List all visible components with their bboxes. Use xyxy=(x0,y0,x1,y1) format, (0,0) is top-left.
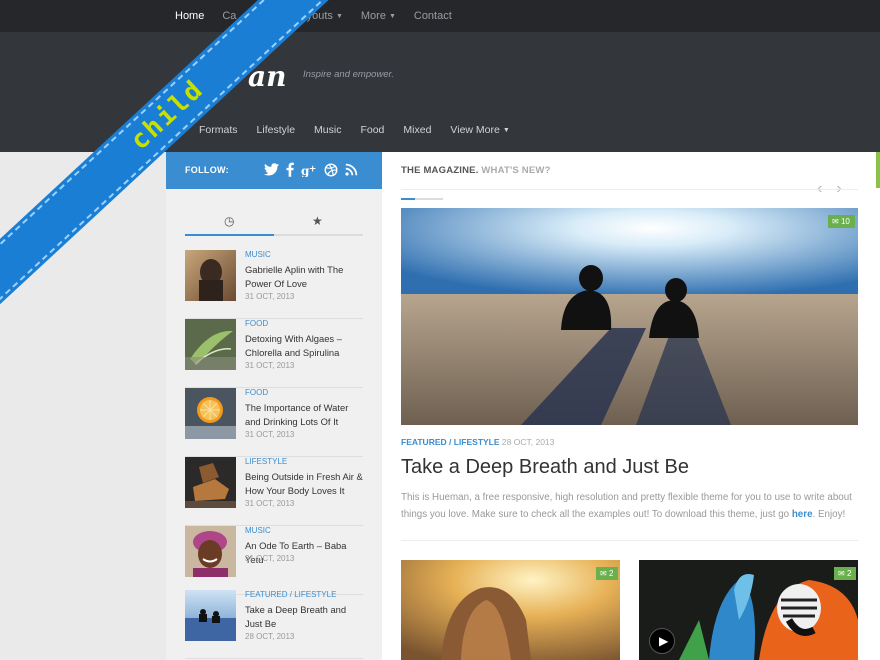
post-thumbnail[interactable] xyxy=(185,250,236,301)
play-icon: ▶ xyxy=(659,634,669,648)
chevron-down-icon: ▼ xyxy=(388,13,396,20)
sidebar-post[interactable]: LIFESTYLE Being Outside in Fresh Air & H… xyxy=(185,457,363,526)
sidebar-tabs: ◷ ★ xyxy=(185,210,363,236)
google-plus-icon[interactable]: g + xyxy=(301,163,317,177)
tab-active-indicator xyxy=(185,234,274,236)
sidebar-post[interactable]: FEATURED / LIFESTYLE Take a Deep Breath … xyxy=(185,590,363,659)
post-date: 31 OCT, 2013 xyxy=(245,430,295,439)
featured-title[interactable]: Take a Deep Breath and Just Be xyxy=(401,456,689,479)
top-navbar: Home Ca Layouts ▼ More ▼ Contact xyxy=(0,0,880,32)
post-category[interactable]: FOOD xyxy=(245,319,268,328)
post-title[interactable]: Gabrielle Aplin with The Power Of Love xyxy=(245,263,365,290)
post-title[interactable]: The Importance of Water and Drinking Lot… xyxy=(245,401,365,428)
post-date: 31 OCT, 2013 xyxy=(245,554,295,563)
nav-item-more[interactable]: More ▼ xyxy=(352,0,405,32)
divider xyxy=(401,540,858,541)
follow-bar: FOLLOW: g + xyxy=(166,152,382,189)
sidebar-post[interactable]: FOOD The Importance of Water and Drinkin… xyxy=(185,388,363,457)
comment-icon: ✉ xyxy=(600,569,607,578)
post-category[interactable]: LIFESTYLE xyxy=(245,457,287,466)
post-category[interactable]: FEATURED / LIFESTYLE xyxy=(245,590,336,599)
rss-icon[interactable] xyxy=(345,163,358,176)
cat-item-lifestyle[interactable]: Lifestyle xyxy=(257,124,296,136)
sidebar-post[interactable]: FOOD Detoxing With Algaes – Chlorella an… xyxy=(185,319,363,388)
comment-count-badge[interactable]: ✉ 10 xyxy=(828,215,855,228)
comment-count-badge[interactable]: ✉ 2 xyxy=(596,567,619,580)
slide-indicator[interactable] xyxy=(415,198,443,200)
nav-item-home[interactable]: Home xyxy=(166,0,213,32)
post-thumbnail[interactable] xyxy=(185,526,236,577)
social-links: g + xyxy=(264,162,358,177)
post-thumbnail[interactable] xyxy=(185,319,236,370)
post-title[interactable]: Detoxing With Algaes – Chlorella and Spi… xyxy=(245,332,365,359)
play-button[interactable]: ▶ xyxy=(649,628,675,654)
post-category[interactable]: MUSIC xyxy=(245,250,271,259)
sidebar-post[interactable]: MUSIC An Ode To Earth – Baba Yetu 31 OCT… xyxy=(185,526,363,595)
twitter-icon[interactable] xyxy=(264,163,279,176)
post-title[interactable]: Take a Deep Breath and Just Be xyxy=(245,603,365,630)
cat-item-mixed[interactable]: Mixed xyxy=(403,124,431,136)
chevron-down-icon: ▼ xyxy=(335,13,343,20)
site-tagline: Inspire and empower. xyxy=(303,69,395,80)
comment-icon: ✉ xyxy=(838,569,845,578)
tab-divider xyxy=(274,234,363,236)
featured-meta: FEATURED / LIFESTYLE 28 OCT, 2013 xyxy=(401,437,554,447)
category-nav: Formats Lifestyle Music Food Mixed View … xyxy=(199,124,529,136)
post-thumbnail[interactable] xyxy=(185,457,236,508)
cat-item-music[interactable]: Music xyxy=(314,124,341,136)
post-date: 31 OCT, 2013 xyxy=(245,499,295,508)
clock-icon[interactable]: ◷ xyxy=(224,214,234,228)
svg-text:+: + xyxy=(309,164,316,174)
featured-date: 28 OCT, 2013 xyxy=(501,437,555,447)
cat-item-food[interactable]: Food xyxy=(360,124,384,136)
featured-image[interactable]: ✉ 10 xyxy=(401,208,858,425)
comment-count-badge[interactable]: ✉ 2 xyxy=(834,567,857,580)
accent-bar xyxy=(876,152,880,188)
comment-icon: ✉ xyxy=(832,217,839,226)
nav-item-contact[interactable]: Contact xyxy=(405,0,461,32)
divider xyxy=(401,189,858,190)
post-category[interactable]: MUSIC xyxy=(245,526,271,535)
post-date: 28 OCT, 2013 xyxy=(245,632,295,641)
follow-label: FOLLOW: xyxy=(185,165,229,175)
slide-indicator-active[interactable] xyxy=(401,198,415,200)
chevron-down-icon: ▼ xyxy=(502,127,510,134)
download-link[interactable]: here xyxy=(792,509,813,520)
post-card-image[interactable]: ✉ 2 xyxy=(401,560,620,660)
post-card-image[interactable]: ✉ 2 ▶ xyxy=(639,560,858,660)
post-category[interactable]: FOOD xyxy=(245,388,268,397)
cat-item-formats[interactable]: Formats xyxy=(199,124,238,136)
section-heading: THE MAGAZINE. WHAT'S NEW? xyxy=(401,165,551,176)
featured-excerpt: This is Hueman, a free responsive, high … xyxy=(401,492,852,520)
post-date: 31 OCT, 2013 xyxy=(245,361,295,370)
sidebar-post[interactable]: MUSIC Gabrielle Aplin with The Power Of … xyxy=(185,250,363,319)
post-title[interactable]: Being Outside in Fresh Air & How Your Bo… xyxy=(245,470,365,497)
facebook-icon[interactable] xyxy=(286,162,294,177)
cat-item-view-more[interactable]: View More ▼ xyxy=(450,124,509,136)
dribbble-icon[interactable] xyxy=(324,163,338,177)
post-date: 31 OCT, 2013 xyxy=(245,292,295,301)
star-icon[interactable]: ★ xyxy=(312,214,323,228)
post-thumbnail[interactable] xyxy=(185,590,236,641)
featured-category[interactable]: FEATURED / LIFESTYLE xyxy=(401,437,500,447)
post-thumbnail[interactable] xyxy=(185,388,236,439)
